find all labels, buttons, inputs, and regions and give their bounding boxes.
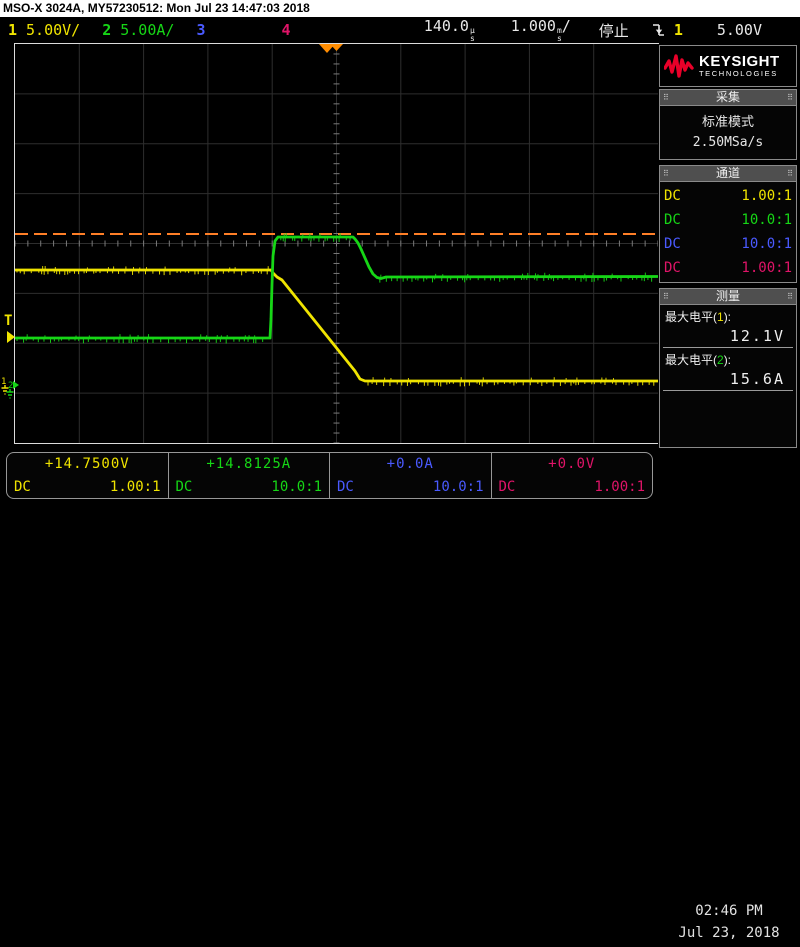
coupling: DC [175,479,193,495]
channel-ground-markers[interactable]: 1 2 [0,375,22,405]
measurement-value: 12.1V [663,325,793,348]
probe-ratio: 10.0:1 [741,212,792,228]
channel-offset: +14.8125A [206,456,292,472]
section-header-measure[interactable]: ⠿ 测量 ⠿ [659,288,797,305]
grip-icon: ⠿ [787,92,793,102]
channel-offset: +0.0A [386,456,434,472]
channel-2-scale[interactable]: 5.00A/ [120,21,174,39]
run-status[interactable]: 停止 [599,20,629,41]
channel-4-button[interactable]: 4 [281,21,290,39]
trigger-level-label: T [4,313,13,329]
section-title: 通道 [715,166,740,180]
probe-ratio: 1.00:1 [594,479,645,495]
coupling: DC [664,212,681,228]
coupling: DC [14,479,31,495]
acquisition-mode: 标准模式 [701,115,754,130]
channel-1-button[interactable]: 1 [8,21,17,39]
probe-ratio: 10.0:1 [432,479,484,495]
measurement-source: 1 [717,310,724,324]
delay-readout[interactable]: 140.0 μ s [424,17,475,43]
waveform-canvas[interactable] [15,44,658,443]
section-header-acquisition[interactable]: ⠿ 采集 ⠿ [659,89,797,106]
channel-row-2[interactable]: DC 10.0:1 [664,208,792,232]
footer-bar: +14.7500V DC 1.00:1 +14.8125A DC 10.0:1 … [0,448,800,941]
instrument-title-bar: MSO-X 3024A, MY57230512: Mon Jul 23 14:4… [0,0,800,17]
grip-icon: ⠿ [663,168,669,178]
measurements-panel[interactable]: 最大电平(1): 12.1V 最大电平(2): 15.6A [659,305,797,448]
grip-icon: ⠿ [663,92,669,102]
section-title: 测量 [715,289,740,303]
channel-status-boxes: +14.7500V DC 1.00:1 +14.8125A DC 10.0:1 … [6,452,653,499]
coupling: DC [337,479,354,495]
grip-icon: ⠿ [663,291,669,301]
acquisition-panel[interactable]: 标准模式 2.50MSa/s [659,106,797,160]
channel-row-3[interactable]: DC 10.0:1 [664,232,792,256]
probe-ratio: 1.00:1 [741,260,792,276]
ch2-ground-icon: 2 [8,381,13,391]
datetime-display: 02:46 PM Jul 23, 2018 [658,900,800,947]
channel-3-button[interactable]: 3 [196,21,205,39]
channel-3-status-box[interactable]: +0.0A DC 10.0:1 [329,452,492,499]
coupling: DC [498,479,516,495]
trigger-source[interactable]: 1 [674,21,683,39]
brand-name: KEYSIGHT [699,53,780,70]
probe-ratio: 10.0:1 [741,236,792,252]
clock-date: Jul 23, 2018 [678,925,780,941]
measurement-value: 15.6A [663,368,793,391]
trigger-level[interactable]: 5.00V [717,21,762,39]
channels-panel[interactable]: DC 1.00:1 DC 10.0:1 DC 10.0:1 DC 1.00:1 [659,182,797,283]
channel-1-status-box[interactable]: +14.7500V DC 1.00:1 [6,452,169,499]
channel-2-status-box[interactable]: +14.8125A DC 10.0:1 [167,452,330,499]
sidebar: KEYSIGHT TECHNOLOGIES ⠿ 采集 ⠿ 标准模式 2.50MS… [658,44,798,448]
measurement-label: 最大电平( [665,310,717,324]
clock-time: 02:46 PM [695,903,763,919]
channel-1-scale[interactable]: 5.00V/ [26,21,80,39]
probe-ratio: 1.00:1 [109,479,161,495]
section-title: 采集 [715,90,740,104]
timebase-readout[interactable]: 1.000 m s / [511,17,571,43]
status-bar: 1 5.00V/ 2 5.00A/ 3 4 140.0 μ s 1.000 m s / 停… [0,17,800,43]
brand-subtitle: TECHNOLOGIES [699,69,778,78]
channel-row-1[interactable]: DC 1.00:1 [664,184,792,208]
coupling: DC [664,236,681,252]
keysight-logo: KEYSIGHT TECHNOLOGIES [659,45,797,87]
coupling: DC [664,188,681,204]
keysight-spark-icon [664,54,694,78]
channel-offset: +14.7500V [44,456,130,472]
trigger-falling-edge-icon[interactable] [651,21,666,39]
probe-ratio: 1.00:1 [741,188,792,204]
instrument-title: MSO-X 3024A, MY57230512: Mon Jul 23 14:4… [3,1,310,15]
grip-icon: ⠿ [787,291,793,301]
channel-offset: +0.0V [548,456,596,472]
grip-icon: ⠿ [787,168,793,178]
sample-rate: 2.50MSa/s [692,135,764,150]
measurement-label: 最大电平( [665,353,717,367]
channel-row-4[interactable]: DC 1.00:1 [664,256,792,280]
measurement-entry: 最大电平(2): 15.6A [662,352,794,391]
probe-ratio: 10.0:1 [271,479,322,495]
waveform-display[interactable] [14,43,659,444]
measurement-source: 2 [717,353,724,367]
channel-4-status-box[interactable]: +0.0V DC 1.00:1 [490,452,653,499]
section-header-channels[interactable]: ⠿ 通道 ⠿ [659,165,797,182]
coupling: DC [664,260,681,276]
trigger-level-marker[interactable] [7,331,15,343]
measurement-entry: 最大电平(1): 12.1V [662,309,794,348]
channel-2-button[interactable]: 2 [102,21,111,39]
